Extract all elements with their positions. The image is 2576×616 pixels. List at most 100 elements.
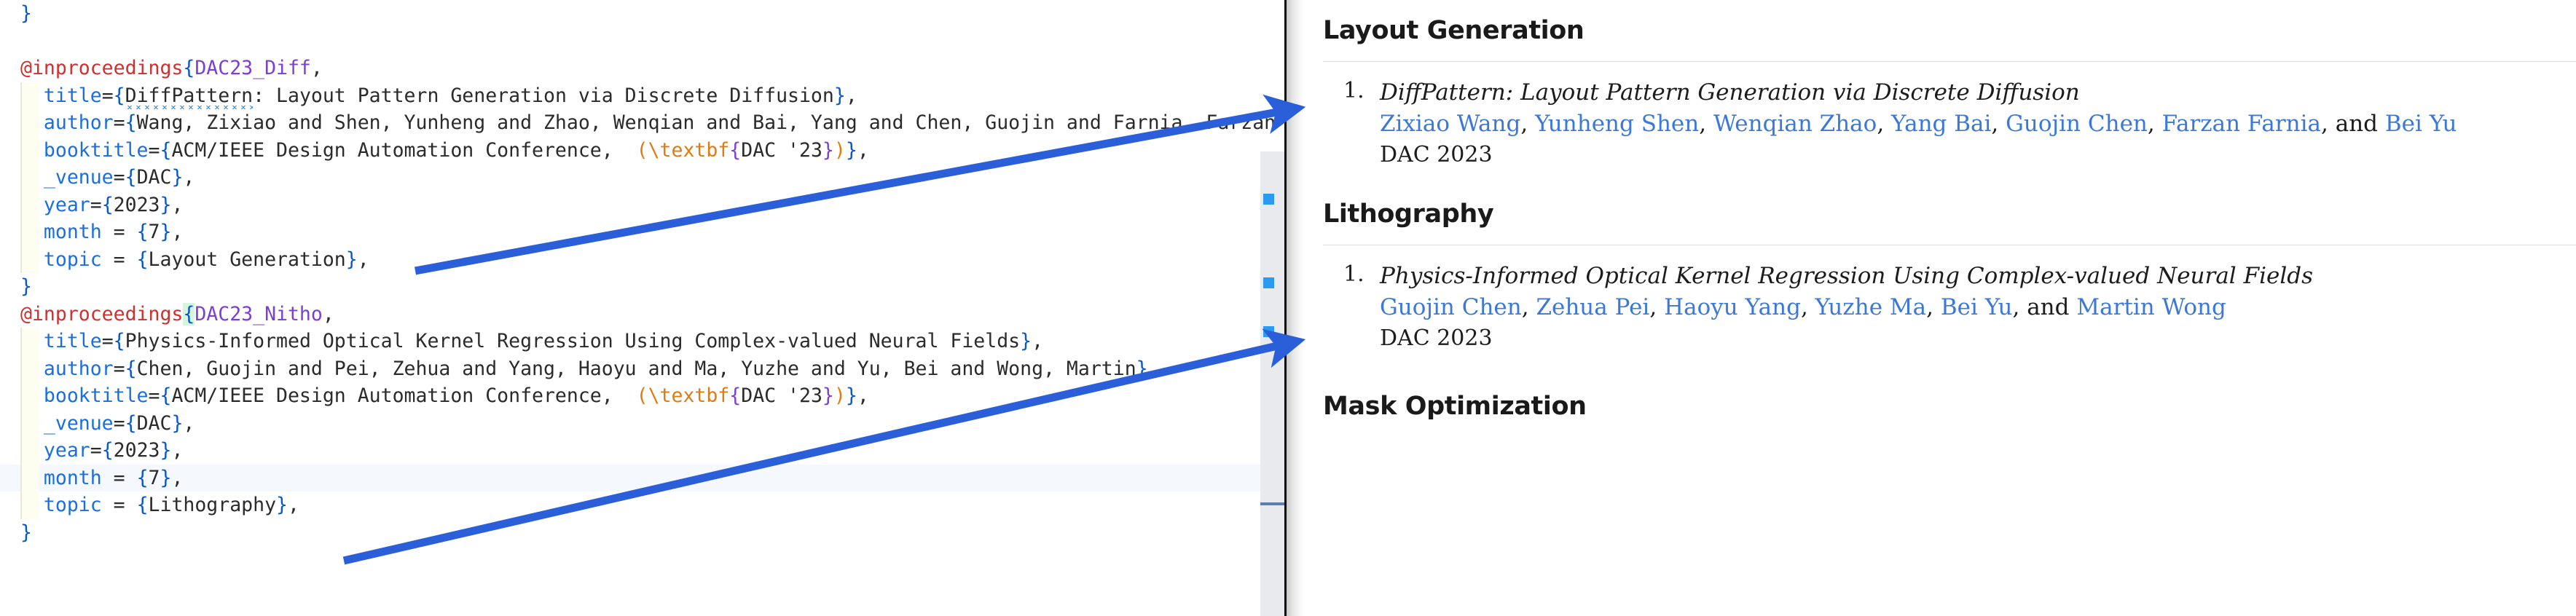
scrollbar-track[interactable] (1260, 151, 1287, 616)
code-line[interactable]: author={Wang, Zixiao and Shen, Yunheng a… (0, 109, 1287, 137)
publication-title: Physics-Informed Optical Kernel Regressi… (1380, 263, 2314, 289)
code-line[interactable]: } (0, 0, 1287, 28)
code-line[interactable]: booktitle={ACM/IEEE Design Automation Co… (0, 382, 1287, 410)
author-sep: , (1800, 294, 1815, 320)
author-link[interactable]: Bei Yu (1941, 294, 2013, 320)
author-link[interactable]: Guojin Chen (1380, 294, 1522, 320)
code-line[interactable]: _venue={DAC}, (0, 164, 1287, 191)
code-token: = (113, 411, 125, 435)
code-line[interactable]: topic = {Lithography}, (0, 491, 1287, 519)
author-link[interactable]: Zixiao Wang (1380, 111, 1520, 137)
code-token: = (90, 193, 102, 216)
code-token: year (20, 439, 90, 462)
code-line[interactable]: _venue={DAC}, (0, 409, 1287, 438)
code-line[interactable]: month = {7}, (0, 218, 1287, 246)
code-token: = (148, 384, 160, 407)
code-token: topic (20, 494, 102, 516)
scrollbar-marker (1263, 277, 1274, 288)
code-token: Chen, Guojin and Pei, Zehua and Yang, Ha… (136, 357, 1136, 380)
publication-venue: DAC 2023 (1380, 142, 1493, 167)
code-token: { (136, 248, 149, 271)
code-token: } (845, 138, 857, 162)
author-sep: , (1877, 111, 1892, 137)
author-link[interactable]: Guojin Chen (2006, 111, 2148, 137)
code-token: , (171, 439, 184, 462)
code-token: , (357, 248, 369, 271)
code-line[interactable]: month = {7}, (0, 464, 1287, 491)
code-token: = (101, 330, 114, 352)
author-conjunction: and (2335, 111, 2379, 137)
code-line[interactable]: } (0, 519, 1287, 547)
author-sep: , (1926, 294, 1941, 320)
publication-preview-pane[interactable]: Layout Generation DiffPattern: Layout Pa… (1304, 0, 2576, 616)
code-token: Physics-Informed Optical Kernel Regressi… (125, 330, 1021, 352)
code-token: booktitle (20, 384, 149, 407)
code-token: , (857, 138, 869, 162)
code-token: ACM/IEEE Design Automation Conference, (171, 138, 637, 162)
author-link[interactable]: Yunheng Shen (1535, 111, 1699, 137)
code-line[interactable]: topic = {Layout Generation}, (0, 245, 1287, 274)
editor-scrollbar-gutter[interactable] (1260, 0, 1287, 616)
code-line[interactable]: title={Physics-Informed Optical Kernel R… (0, 328, 1287, 355)
code-line[interactable]: booktitle={ACM/IEEE Design Automation Co… (0, 136, 1287, 165)
code-token: : Layout Pattern Generation via Discrete… (253, 84, 834, 107)
app-root: } @inproceedings{DAC23_Diff, title={Diff… (0, 0, 2576, 616)
panel-splitter[interactable] (1287, 0, 1304, 616)
code-token: = (113, 111, 125, 134)
author-link[interactable]: Martin Wong (2076, 294, 2226, 320)
author-link[interactable]: Yang Bai (1891, 111, 1991, 137)
author-conjunction: and (2027, 294, 2070, 320)
code-token: { (160, 138, 172, 162)
code-token: { (160, 384, 172, 407)
code-token: { (125, 111, 137, 134)
code-token: DAC '23 (741, 384, 822, 407)
bibtex-code-editor[interactable]: } @inproceedings{DAC23_Diff, title={Diff… (0, 0, 1287, 616)
code-token: } (160, 193, 172, 216)
code-line[interactable]: author={Chen, Guojin and Pei, Zehua and … (0, 355, 1287, 383)
scrollbar-marker (1263, 326, 1274, 337)
author-sep: , (1649, 294, 1665, 320)
code-token: , (288, 494, 299, 516)
code-token: } (171, 411, 184, 435)
code-token: _venue (20, 411, 114, 435)
code-line[interactable] (0, 28, 1287, 55)
code-token: , (183, 166, 195, 189)
author-link[interactable]: Haoyu Yang (1664, 294, 1801, 320)
code-lines-container[interactable]: } @inproceedings{DAC23_Diff, title={Diff… (0, 0, 1287, 616)
code-line[interactable]: title={DiffPattern: Layout Pattern Gener… (0, 82, 1287, 110)
code-token: = (113, 357, 125, 380)
code-token: author (20, 357, 114, 380)
author-link[interactable]: Farzan Farnia (2162, 111, 2321, 137)
code-token: @inproceedings (20, 57, 184, 79)
code-line[interactable]: year={2023}, (0, 437, 1287, 465)
author-link[interactable]: Yuzhe Ma (1815, 294, 1926, 320)
code-line[interactable]: @inproceedings{DAC23_Nitho, (0, 301, 1287, 328)
code-token: = (113, 166, 125, 189)
author-sep: , (2012, 294, 2027, 320)
code-token: 2023 (113, 439, 160, 462)
code-token: title (20, 330, 102, 352)
code-token: 7 (148, 466, 160, 489)
code-token: { (101, 439, 114, 462)
code-line[interactable]: @inproceedings{DAC23_Diff, (0, 55, 1287, 82)
code-line[interactable]: year={2023}, (0, 191, 1287, 219)
code-token: { (183, 57, 195, 79)
code-token: , (857, 384, 869, 407)
section-mask-optimization: Mask Optimization (1323, 392, 2576, 421)
publication-authors: Zixiao Wang, Yunheng Shen, Wenqian Zhao,… (1380, 108, 2576, 140)
code-line[interactable]: } (0, 273, 1287, 301)
author-link[interactable]: Wenqian Zhao (1713, 111, 1877, 137)
author-link[interactable]: Bei Yu (2385, 111, 2457, 137)
code-token: month (20, 466, 102, 489)
code-token: = (101, 466, 137, 489)
code-token: , (171, 466, 184, 489)
code-token: { (136, 466, 149, 489)
code-token: { (113, 84, 125, 107)
author-sep (2070, 294, 2077, 320)
code-token: author (20, 111, 114, 134)
code-token: } (160, 221, 172, 243)
code-token: { (136, 494, 149, 516)
section-layout-generation: Layout Generation DiffPattern: Layout Pa… (1323, 16, 2576, 170)
code-token: { (125, 411, 137, 435)
author-link[interactable]: Zehua Pei (1536, 294, 1649, 320)
